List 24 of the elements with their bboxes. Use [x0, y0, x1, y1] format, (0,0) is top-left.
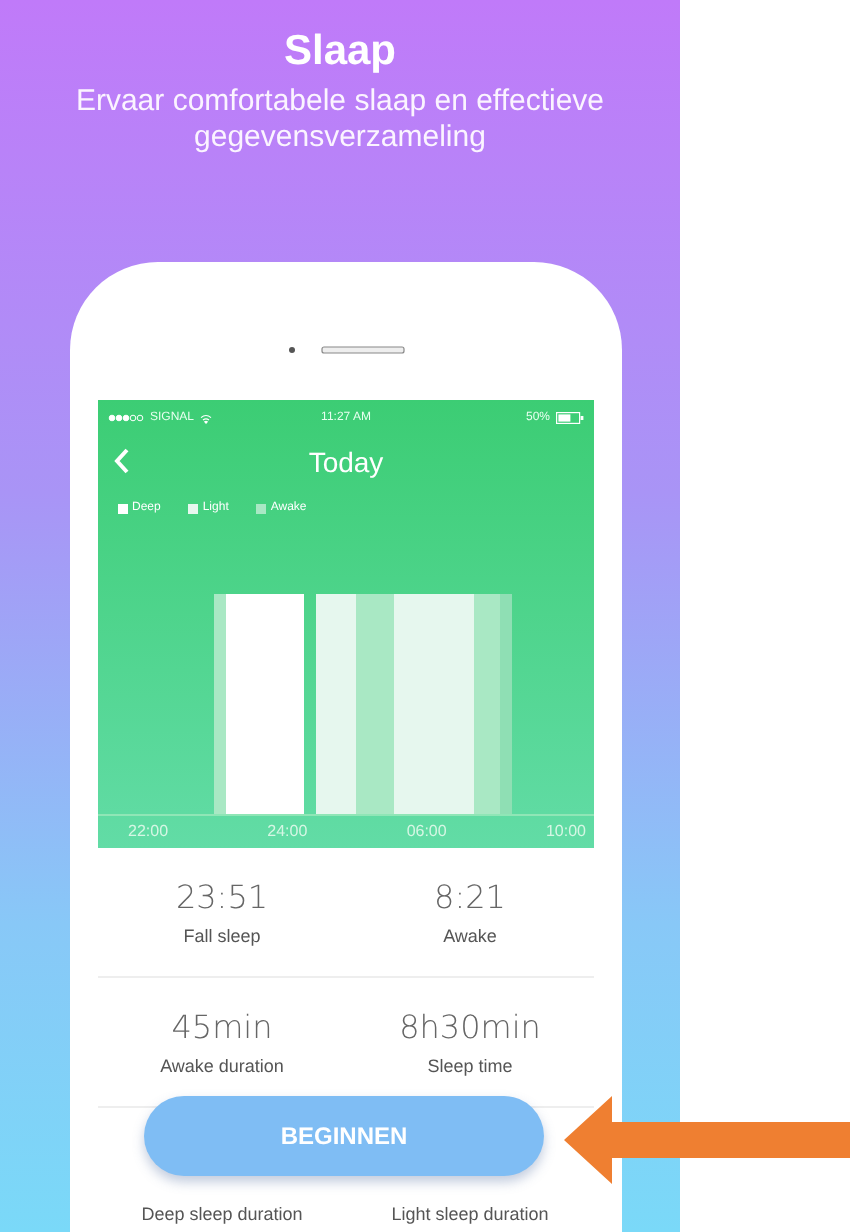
time-axis-label: 22:00	[128, 822, 169, 840]
time-axis-label: 06:00	[406, 822, 447, 840]
start-button[interactable]: BEGINNEN	[144, 1096, 544, 1176]
stat-label: Fall sleep	[183, 926, 261, 946]
signal-dots-icon	[108, 414, 144, 422]
back-chevron-icon[interactable]	[114, 448, 130, 474]
stat-value: 45min	[171, 1008, 273, 1048]
page-title: Slaap	[283, 26, 397, 78]
stat-label: Awake duration	[160, 1056, 284, 1076]
page-subtitle: Ervaar comfortabele slaap en effectieve gegevensverzameling	[73, 84, 607, 156]
wifi-icon	[200, 413, 213, 423]
stat-value: 8:21	[434, 878, 506, 918]
pointer-arrow-icon	[564, 1096, 850, 1184]
phone-speaker-icon	[286, 344, 406, 356]
stat-value: 23:51	[175, 878, 269, 918]
time-axis-label: 10:00	[545, 822, 586, 840]
stat-label: Light sleep duration	[391, 1204, 549, 1224]
stat-label: Deep sleep duration	[141, 1204, 303, 1224]
screen-title: Today	[308, 446, 384, 478]
stat-value: 8h30min	[399, 1008, 541, 1048]
stat-label: Awake	[443, 926, 497, 946]
time-axis-label: 24:00	[267, 822, 308, 840]
battery-icon	[556, 412, 584, 424]
stat-label: Sleep time	[427, 1056, 513, 1076]
